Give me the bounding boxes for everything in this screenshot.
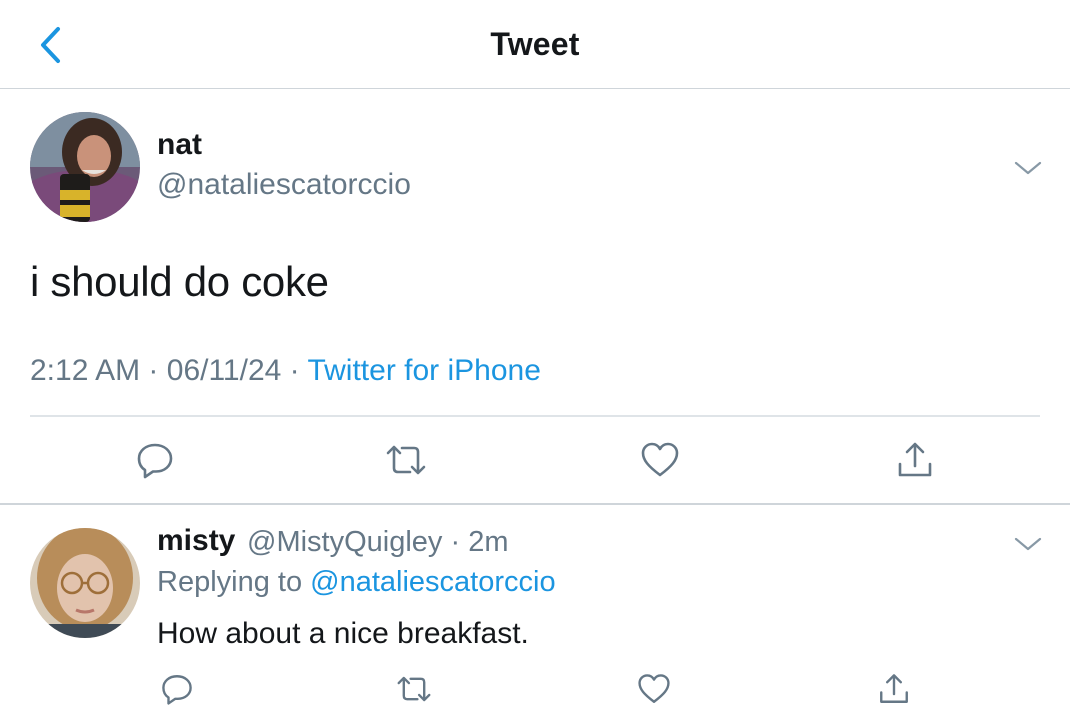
heart-icon	[641, 442, 679, 477]
reply-avatar[interactable]	[30, 528, 140, 638]
retweet-button[interactable]	[384, 438, 428, 482]
reply-menu-button[interactable]	[1010, 532, 1046, 556]
share-button[interactable]	[893, 438, 937, 482]
heart-icon	[638, 674, 670, 703]
retweet-icon	[397, 676, 431, 702]
reply-reply-button[interactable]	[157, 669, 197, 709]
tweet-source-link[interactable]: Twitter for iPhone	[307, 354, 540, 387]
replying-to: Replying to @nataliescatorccio	[157, 566, 556, 599]
author-name[interactable]: nat	[157, 128, 202, 162]
meta-separator: ·	[289, 354, 300, 387]
reply-author-handle[interactable]: @MistyQuigley	[247, 526, 442, 558]
tweet-menu-button[interactable]	[1010, 156, 1046, 180]
reply-icon	[137, 443, 173, 479]
reply-author-name[interactable]: misty	[157, 524, 235, 558]
reply-retweet-button[interactable]	[394, 669, 434, 709]
top-bar: Tweet	[0, 0, 1070, 89]
tweet-time: 2:12 AM	[30, 354, 141, 387]
reply-text: How about a nice breakfast.	[157, 617, 529, 650]
divider	[30, 415, 1040, 417]
reply-author-meta: @MistyQuigley · 2m	[247, 526, 509, 559]
tweet-text: i should do coke	[30, 258, 329, 305]
reply-button[interactable]	[133, 438, 177, 482]
author-handle[interactable]: @nataliescatorccio	[157, 168, 411, 202]
share-icon	[898, 442, 932, 477]
chevron-down-icon	[1014, 537, 1042, 551]
tweet-meta: 2:12 AM · 06/11/24 · Twitter for iPhone	[30, 354, 541, 388]
reply-like-button[interactable]	[634, 669, 674, 709]
reply-icon	[162, 675, 192, 705]
reply-share-button[interactable]	[874, 669, 914, 709]
avatar[interactable]	[30, 112, 140, 222]
meta-separator: ·	[450, 526, 461, 558]
page-title: Tweet	[490, 26, 580, 62]
like-button[interactable]	[638, 438, 682, 482]
meta-separator: ·	[148, 354, 159, 387]
divider	[0, 503, 1070, 505]
reply-age: 2m	[468, 526, 509, 558]
tweet-date: 06/11/24	[166, 354, 282, 387]
chevron-down-icon	[1014, 161, 1042, 175]
retweet-icon	[386, 445, 426, 475]
replying-to-label: Replying to	[157, 566, 303, 598]
share-icon	[880, 674, 908, 703]
mention-link[interactable]: @nataliescatorccio	[310, 566, 555, 598]
